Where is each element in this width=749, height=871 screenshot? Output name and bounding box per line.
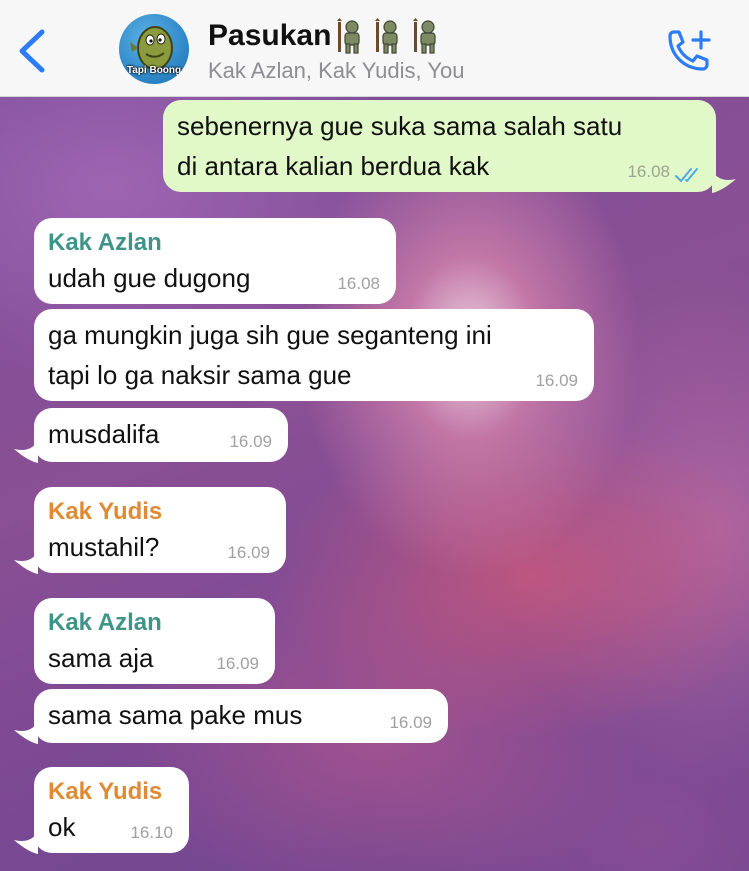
chevron-left-icon <box>19 29 45 73</box>
message-time: 16.09 <box>229 432 272 451</box>
message-time: 16.09 <box>227 543 270 562</box>
message-incoming[interactable]: Kak Azlan udah gue dugong 16.08 <box>34 218 396 304</box>
message-time: 16.09 <box>389 713 432 732</box>
message-time: 16.09 <box>216 654 259 673</box>
add-call-icon <box>668 30 711 71</box>
group-members[interactable]: Kak Azlan, Kak Yudis, You <box>208 58 464 84</box>
group-title[interactable]: Pasukan <box>208 18 445 54</box>
message-incoming[interactable]: Kak Yudis mustahil? 16.09 <box>34 487 286 573</box>
troll-emoji-icon <box>373 18 407 54</box>
message-time: 16.10 <box>130 823 173 842</box>
bubble-tail <box>14 722 38 744</box>
message-incoming[interactable]: Kak Azlan sama aja 16.09 <box>34 598 275 684</box>
troll-emoji-icon <box>411 18 445 54</box>
message-incoming[interactable]: sama sama pake mus 16.09 <box>34 689 448 743</box>
troll-emoji-icon <box>335 18 369 54</box>
message-incoming[interactable]: ga mungkin juga sih gue seganteng ini ta… <box>34 309 594 401</box>
message-text-line: udah gue dugong <box>48 263 251 293</box>
chat-area[interactable]: sebenernya gue suka sama salah satu di a… <box>0 97 749 871</box>
message-text-line: tapi lo ga naksir sama gue <box>48 360 352 390</box>
bubble-tail <box>14 441 38 463</box>
message-text-line: ga mungkin juga sih gue seganteng ini <box>48 320 492 350</box>
message-text-line: di antara kalian berdua kak <box>177 151 490 181</box>
sender-name[interactable]: Kak Azlan <box>48 608 259 638</box>
sender-name[interactable]: Kak Yudis <box>48 497 270 527</box>
group-avatar[interactable]: Tapi Boong <box>119 14 189 84</box>
message-text-line: sebenernya gue suka sama salah satu <box>177 111 623 141</box>
back-button[interactable] <box>14 26 50 76</box>
message-text-line: sama sama pake mus <box>48 700 303 730</box>
add-call-button[interactable] <box>664 28 714 74</box>
message-incoming[interactable]: Kak Yudis ok 16.10 <box>34 767 189 853</box>
read-ticks-icon <box>675 168 698 182</box>
bubble-tail <box>712 171 736 193</box>
bubble-tail <box>14 832 38 854</box>
message-time: 16.08 <box>627 162 670 181</box>
avatar-caption: Tapi Boong <box>126 65 182 76</box>
sender-name[interactable]: Kak Azlan <box>48 228 380 258</box>
group-name: Pasukan <box>208 19 332 52</box>
message-incoming[interactable]: musdalifa 16.09 <box>34 408 288 462</box>
sender-name[interactable]: Kak Yudis <box>48 777 173 807</box>
chat-header: Tapi Boong Pasukan Kak Azlan, Kak Yudis,… <box>0 0 749 97</box>
message-time: 16.09 <box>535 371 578 390</box>
bubble-tail <box>14 552 38 574</box>
message-time: 16.08 <box>337 274 380 293</box>
message-outgoing[interactable]: sebenernya gue suka sama salah satu di a… <box>163 100 716 192</box>
